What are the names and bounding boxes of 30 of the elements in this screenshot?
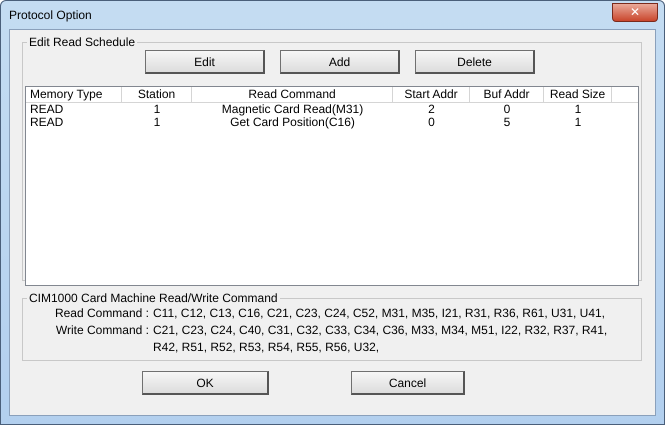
table-cell-text: 0 — [502, 103, 512, 116]
column-header[interactable]: Read Size — [544, 87, 612, 102]
command-list: C21, C23, C24, C40, C31, C32, C33, C34, C36, M33, M34, M51, I22, R32, R37, R41, R42, R51, R52, R53, R54, R55, R56, U32, — [153, 322, 613, 356]
table-cell-text: 0 — [427, 116, 436, 129]
table-cell-text: 1 — [152, 103, 162, 116]
table-cell-text: 1 — [574, 116, 582, 129]
column-header[interactable]: Memory Type — [26, 87, 122, 102]
table-cell-text: 5 — [502, 116, 512, 129]
table-cell-text: 1 — [152, 116, 162, 129]
window-title: Protocol Option — [9, 8, 92, 22]
command-label: Read Command : — [54, 305, 150, 322]
command-label: Write Command : — [54, 322, 150, 339]
table-cell-text: READ — [29, 116, 64, 129]
column-header[interactable]: Station — [122, 87, 192, 102]
table-cell-text: READ — [29, 103, 64, 116]
action-button[interactable]: Add — [280, 50, 400, 74]
column-header[interactable]: Buf Addr — [470, 87, 544, 102]
action-button[interactable]: Edit — [145, 50, 265, 74]
table-cell-text: Magnetic Card Read(M31) — [220, 103, 364, 116]
table-cell-text: 2 — [427, 103, 436, 116]
table-cell-text: 1 — [574, 103, 582, 116]
column-header[interactable]: Start Addr — [393, 87, 470, 102]
group-title: CIM1000 Card Machine Read/Write Command — [28, 291, 279, 305]
dialog-button[interactable]: OK — [142, 371, 269, 395]
dialog-button[interactable]: Cancel — [351, 371, 465, 395]
command-list: C11, C12, C13, C16, C21, C23, C24, C52, M31, M35, I21, R31, R36, R61, U31, U41, — [153, 305, 613, 322]
column-header[interactable]: Read Command — [192, 87, 393, 102]
group-title: Edit Read Schedule — [28, 35, 136, 49]
action-button[interactable]: Delete — [415, 50, 535, 74]
table-cell-text: Get Card Position(C16) — [230, 116, 355, 129]
